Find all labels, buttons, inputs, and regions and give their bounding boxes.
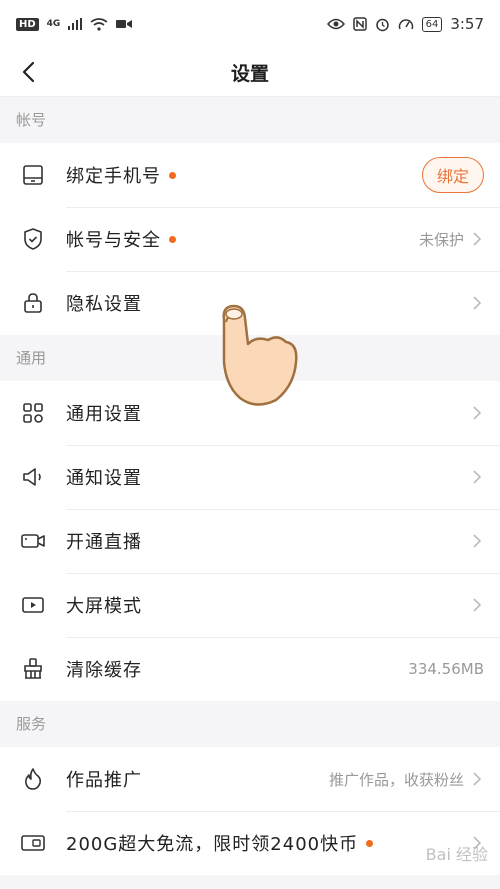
nav-bar: 设置 [0,48,500,97]
play-screen-icon [17,589,49,621]
hd-badge: HD [16,17,39,31]
speed-icon [398,19,413,30]
back-button[interactable] [14,58,42,86]
notification-dot [366,839,374,847]
network-type: 4G [46,19,61,29]
row-notification-settings[interactable]: 通知设置 [0,445,500,509]
eye-icon [326,18,345,30]
chevron-right-icon [473,232,482,246]
alarm-icon [375,18,389,31]
bind-button[interactable]: 绑定 [421,157,484,193]
status-bar: HD 4G 64 3:57 [0,0,500,48]
signal-icon [68,18,83,30]
row-label: 通知设置 [66,468,142,489]
row-clear-cache[interactable]: 清除缓存 334.56MB [0,637,500,701]
sim-card-icon [17,827,49,859]
section-header-account: 帐号 [0,97,500,143]
security-status: 未保护 [418,230,464,249]
section-header-service: 服务 [0,701,500,747]
row-promotion[interactable]: 作品推广 推广作品，收获粉丝 [0,747,500,811]
row-live-stream[interactable]: 开通直播 [0,509,500,573]
row-label: 开通直播 [66,532,142,553]
battery-indicator: 64 [421,16,443,32]
row-big-screen-mode[interactable]: 大屏模式 [0,573,500,637]
broom-icon [17,653,49,685]
nfc-icon [352,17,367,31]
lock-icon [17,287,49,319]
row-label: 大屏模式 [66,596,142,617]
chevron-right-icon [473,534,482,548]
wifi-icon [90,17,108,31]
notification-dot [169,235,176,243]
chevron-right-icon [473,406,482,420]
chevron-right-icon [473,598,482,612]
video-icon [116,20,133,28]
pointing-hand-icon [222,304,298,406]
row-account-security[interactable]: 帐号与安全 未保护 [0,207,500,271]
watermark: Bai 经验 [425,845,488,864]
grid-icon [17,397,49,429]
row-label: 通用设置 [66,404,142,425]
cache-size: 334.56MB [408,660,484,678]
row-label: 绑定手机号 [66,162,176,188]
row-label: 200G超大免流，限时领2400快币 [66,830,374,856]
row-label: 作品推广 [66,770,142,791]
speaker-icon [17,461,49,493]
chevron-right-icon [473,470,482,484]
flame-icon [17,763,49,795]
chevron-right-icon [473,296,482,310]
row-label: 清除缓存 [66,660,142,681]
shield-icon [17,223,49,255]
row-bind-phone[interactable]: 绑定手机号 绑定 [0,143,500,207]
promotion-desc: 推广作品，收获粉丝 [328,770,464,789]
clock: 3:57 [450,15,484,33]
notification-dot [169,171,176,179]
camera-icon [17,525,49,557]
row-label: 帐号与安全 [66,226,176,252]
page-title: 设置 [230,62,269,85]
row-label: 隐私设置 [66,294,142,315]
chevron-right-icon [473,772,482,786]
back-arrow-icon [22,61,35,83]
tablet-icon [17,159,49,191]
